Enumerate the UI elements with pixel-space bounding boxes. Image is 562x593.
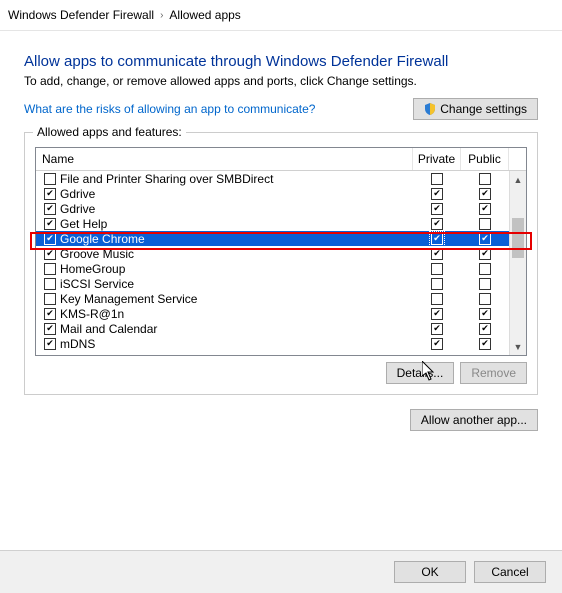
row-name: Get Help: [60, 217, 107, 231]
table-row[interactable]: Groove Music: [36, 246, 526, 261]
page-subtitle: To add, change, or remove allowed apps a…: [24, 74, 538, 88]
ok-button[interactable]: OK: [394, 561, 466, 583]
row-name: mDNS: [60, 337, 95, 351]
checkbox-public[interactable]: [479, 278, 491, 290]
checkbox-private[interactable]: [431, 308, 443, 320]
shield-icon: [424, 103, 436, 115]
table-row[interactable]: KMS-R@1n: [36, 306, 526, 321]
checkbox-enabled[interactable]: [44, 308, 56, 320]
table-row[interactable]: mDNS: [36, 336, 526, 351]
change-settings-button[interactable]: Change settings: [413, 98, 538, 120]
checkbox-enabled[interactable]: [44, 173, 56, 185]
allow-another-app-button[interactable]: Allow another app...: [410, 409, 538, 431]
chevron-right-icon: ›: [160, 10, 163, 21]
table-row[interactable]: Gdrive: [36, 201, 526, 216]
page-title: Allow apps to communicate through Window…: [24, 53, 538, 70]
row-name: HomeGroup: [60, 262, 125, 276]
checkbox-enabled[interactable]: [44, 278, 56, 290]
table-row[interactable]: File and Printer Sharing over SMBDirect: [36, 171, 526, 186]
column-header-scroll-spacer: [509, 148, 526, 170]
checkbox-enabled[interactable]: [44, 188, 56, 200]
table-header: Name Private Public: [36, 148, 526, 171]
risks-link[interactable]: What are the risks of allowing an app to…: [24, 102, 315, 116]
row-name: Gdrive: [60, 187, 95, 201]
row-name: KMS-R@1n: [60, 307, 124, 321]
breadcrumb: Windows Defender Firewall › Allowed apps: [0, 0, 562, 31]
checkbox-public[interactable]: [479, 188, 491, 200]
row-name: Mail and Calendar: [60, 322, 157, 336]
scroll-thumb[interactable]: [512, 218, 524, 258]
checkbox-public[interactable]: [479, 248, 491, 260]
checkbox-enabled[interactable]: [44, 248, 56, 260]
scroll-track[interactable]: [510, 188, 526, 338]
row-name: iSCSI Service: [60, 277, 134, 291]
row-name: Google Chrome: [60, 232, 145, 246]
checkbox-public[interactable]: [479, 338, 491, 350]
checkbox-public[interactable]: [479, 203, 491, 215]
table-row[interactable]: Gdrive: [36, 186, 526, 201]
checkbox-private[interactable]: [431, 323, 443, 335]
remove-button[interactable]: Remove: [460, 362, 527, 384]
checkbox-public[interactable]: [479, 233, 491, 245]
checkbox-private[interactable]: [431, 218, 443, 230]
content-area: Allow apps to communicate through Window…: [0, 31, 562, 439]
checkbox-enabled[interactable]: [44, 218, 56, 230]
scroll-down-icon[interactable]: ▼: [510, 338, 526, 355]
table-row[interactable]: HomeGroup: [36, 261, 526, 276]
checkbox-enabled[interactable]: [44, 233, 56, 245]
table-row[interactable]: Google Chrome: [36, 231, 526, 246]
checkbox-private[interactable]: [431, 248, 443, 260]
checkbox-private[interactable]: [431, 173, 443, 185]
apps-table: Name Private Public File and Printer Sha…: [35, 147, 527, 356]
table-row[interactable]: Mail and Calendar: [36, 321, 526, 336]
row-name: Key Management Service: [60, 292, 197, 306]
checkbox-private[interactable]: [431, 188, 443, 200]
cancel-button[interactable]: Cancel: [474, 561, 546, 583]
checkbox-private[interactable]: [431, 203, 443, 215]
row-name: File and Printer Sharing over SMBDirect: [60, 172, 273, 186]
table-row[interactable]: iSCSI Service: [36, 276, 526, 291]
table-row[interactable]: Get Help: [36, 216, 526, 231]
table-row[interactable]: Key Management Service: [36, 291, 526, 306]
checkbox-public[interactable]: [479, 263, 491, 275]
allowed-apps-group: Allowed apps and features: Name Private …: [24, 132, 538, 395]
checkbox-private[interactable]: [431, 293, 443, 305]
breadcrumb-current: Allowed apps: [169, 8, 240, 22]
checkbox-enabled[interactable]: [44, 338, 56, 350]
checkbox-public[interactable]: [479, 173, 491, 185]
breadcrumb-root[interactable]: Windows Defender Firewall: [8, 8, 154, 22]
row-name: Groove Music: [60, 247, 134, 261]
checkbox-enabled[interactable]: [44, 263, 56, 275]
row-name: Gdrive: [60, 202, 95, 216]
column-header-private[interactable]: Private: [413, 148, 461, 170]
checkbox-private[interactable]: [431, 278, 443, 290]
checkbox-enabled[interactable]: [44, 323, 56, 335]
column-header-name[interactable]: Name: [36, 148, 413, 170]
checkbox-private[interactable]: [431, 233, 443, 245]
checkbox-private[interactable]: [431, 263, 443, 275]
scroll-up-icon[interactable]: ▲: [510, 171, 526, 188]
table-body: File and Printer Sharing over SMBDirectG…: [36, 171, 526, 355]
checkbox-private[interactable]: [431, 338, 443, 350]
checkbox-enabled[interactable]: [44, 293, 56, 305]
checkbox-public[interactable]: [479, 293, 491, 305]
details-button[interactable]: Details...: [386, 362, 455, 384]
dialog-footer: OK Cancel: [0, 550, 562, 593]
checkbox-public[interactable]: [479, 218, 491, 230]
checkbox-public[interactable]: [479, 308, 491, 320]
change-settings-label: Change settings: [440, 102, 527, 116]
group-label: Allowed apps and features:: [33, 125, 186, 139]
checkbox-public[interactable]: [479, 323, 491, 335]
scrollbar-vertical[interactable]: ▲ ▼: [509, 171, 526, 355]
checkbox-enabled[interactable]: [44, 203, 56, 215]
column-header-public[interactable]: Public: [461, 148, 509, 170]
